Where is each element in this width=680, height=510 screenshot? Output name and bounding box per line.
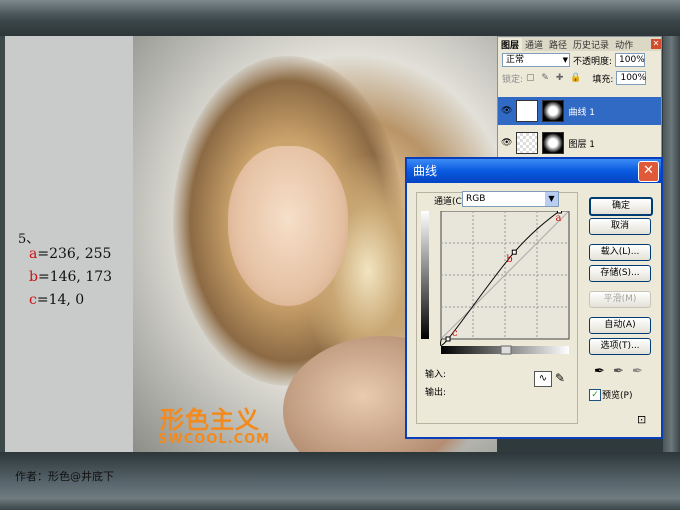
- value-text: =14, 0: [36, 292, 85, 308]
- pencil-tool-icon[interactable]: ✎: [555, 371, 565, 385]
- curve-point-b[interactable]: [511, 249, 517, 255]
- output-gradient-bar: [421, 211, 429, 339]
- smooth-button[interactable]: 平滑(M): [589, 291, 651, 308]
- options-button[interactable]: 选项(T)...: [589, 338, 651, 355]
- blend-row: 正常 ▼ 不透明度: 100%: [498, 51, 661, 69]
- output-label: 输出:: [425, 388, 447, 398]
- value-text: =146, 173: [37, 269, 113, 285]
- lock-label: 锁定:: [502, 74, 524, 85]
- opacity-label: 不透明度:: [573, 56, 613, 67]
- layer-row-curves[interactable]: 👁 曲线 1: [498, 97, 661, 125]
- gray-eyedropper-icon[interactable]: ✒: [613, 364, 624, 379]
- layer-name: 曲线 1: [568, 107, 596, 118]
- preview-checkbox[interactable]: ✓: [589, 389, 601, 401]
- layer-mask-thumb: [542, 132, 565, 154]
- auto-button[interactable]: 自动(A): [589, 317, 651, 334]
- watermark-url: SWCOOL.COM: [158, 432, 271, 447]
- eye-icon[interactable]: 👁: [501, 138, 512, 148]
- ok-button[interactable]: 确定: [589, 197, 653, 216]
- layers-panel: 图层 通道 路径 历史记录 动作 ✕ 正常 ▼ 不透明度: 100% 锁定: ▢ …: [497, 36, 662, 164]
- value-key: b: [29, 269, 38, 285]
- save-button[interactable]: 存储(S)...: [589, 265, 651, 282]
- watermark-logo: 形色主义: [160, 406, 260, 434]
- value-b: b=146, 173: [29, 269, 112, 285]
- white-eyedropper-icon[interactable]: ✒: [632, 364, 643, 379]
- curves-dialog: 曲线 ✕ 通道(C): RGB ▼ abc 输入: 输出: ∿ ✎ 确定 取消 载…: [405, 157, 663, 439]
- blend-mode-select[interactable]: 正常 ▼: [502, 53, 570, 67]
- panel-tabbar: 图层 通道 路径 历史记录 动作 ✕: [498, 37, 661, 51]
- author-credit: 作者：形色@井底下: [15, 470, 114, 483]
- value-key: c: [29, 292, 37, 308]
- top-frame: [0, 0, 680, 36]
- black-eyedropper-icon[interactable]: ✒: [594, 364, 605, 379]
- layer-mask-thumb: [542, 100, 565, 122]
- dialog-title: 曲线: [413, 164, 438, 178]
- tab-actions[interactable]: 动作: [612, 38, 636, 51]
- curves-graph[interactable]: a b c: [421, 211, 573, 361]
- lock-row: 锁定: ▢ ✎ ✚ 🔒 填充: 100%: [498, 69, 661, 87]
- value-a: a=236, 255: [29, 246, 111, 262]
- step-number: 5、: [18, 232, 40, 247]
- curves-adjustment-thumb: [516, 100, 539, 122]
- value-text: =236, 255: [37, 246, 112, 262]
- channel-select[interactable]: RGB ▼: [462, 191, 559, 207]
- curve-point-label: c: [452, 328, 458, 339]
- layer-row-image[interactable]: 👁 图层 1: [498, 129, 661, 157]
- tab-layers[interactable]: 图层: [498, 37, 523, 51]
- tab-history[interactable]: 历史记录: [570, 38, 612, 51]
- panel-close-icon[interactable]: ✕: [651, 39, 661, 49]
- preview-label: 预览(P): [602, 391, 633, 401]
- fill-label: 填充:: [592, 74, 614, 85]
- dialog-titlebar[interactable]: 曲线 ✕: [407, 159, 661, 183]
- chevron-down-icon: ▼: [562, 56, 568, 64]
- right-frame: [663, 36, 680, 452]
- close-icon[interactable]: ✕: [638, 161, 659, 182]
- resize-icon[interactable]: ⊡: [637, 413, 646, 426]
- channel-value: RGB: [466, 194, 486, 204]
- layer-thumb: [516, 132, 539, 154]
- chevron-down-icon: ▼: [545, 192, 558, 206]
- curve-point-label: b: [506, 254, 512, 265]
- lock-icons[interactable]: ▢ ✎ ✚ 🔒: [526, 73, 583, 83]
- face-shape: [228, 146, 348, 306]
- curve-tool-icon[interactable]: ∿: [534, 371, 552, 387]
- fill-field[interactable]: 100%: [616, 71, 647, 85]
- input-label: 输入:: [425, 370, 447, 380]
- load-button[interactable]: 载入(L)...: [589, 244, 651, 261]
- eye-icon[interactable]: 👁: [501, 106, 512, 116]
- cancel-button[interactable]: 取消: [589, 218, 651, 235]
- value-c: c=14, 0: [29, 292, 84, 308]
- curve-point-c[interactable]: [445, 336, 451, 342]
- notes-panel: 5、 a=236, 255 b=146, 173 c=14, 0 作者：形色@井…: [5, 36, 133, 483]
- gradient-toggle-icon: [500, 345, 512, 355]
- tab-channels[interactable]: 通道: [522, 38, 546, 51]
- opacity-field[interactable]: 100%: [615, 53, 646, 67]
- tab-paths[interactable]: 路径: [546, 38, 570, 51]
- curve-point-label: a: [555, 213, 561, 224]
- blend-mode-value: 正常: [506, 55, 525, 65]
- layer-name: 图层 1: [568, 139, 596, 150]
